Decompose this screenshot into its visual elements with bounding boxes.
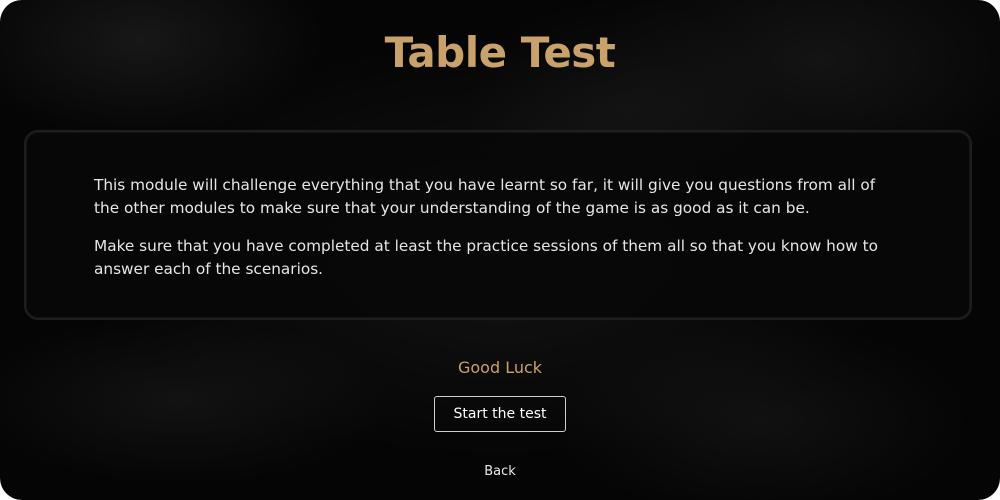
description-paragraph-2: Make sure that you have completed at lea…	[94, 237, 878, 278]
description-panel: This module will challenge everything th…	[24, 130, 972, 320]
description-paragraph-1: This module will challenge everything th…	[94, 176, 876, 217]
good-luck-text: Good Luck	[457, 358, 543, 377]
page-title: Table Test	[384, 28, 616, 77]
app-window: Table Test This module will challenge ev…	[0, 0, 1000, 500]
back-link[interactable]: Back	[450, 462, 550, 482]
start-test-button[interactable]: Start the test	[434, 396, 566, 432]
